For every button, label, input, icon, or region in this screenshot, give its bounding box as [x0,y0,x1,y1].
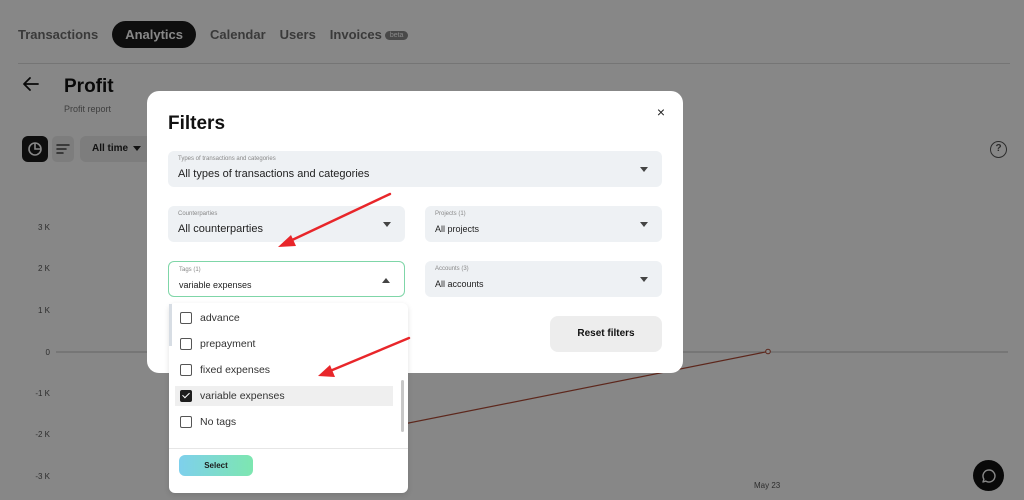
tags-dropdown: advance prepayment fixed expenses variab… [169,303,408,493]
field-label: Projects (1) [435,211,466,217]
option-label: advance [200,312,240,324]
caret-down-icon [383,222,391,227]
hidden-button-edge [169,304,172,346]
checkbox[interactable] [180,312,192,324]
tag-option-advance[interactable]: advance [175,308,393,328]
tag-option-prepayment[interactable]: prepayment [175,334,393,354]
field-label: Tags (1) [179,267,201,273]
option-label: variable expenses [200,390,285,402]
field-value: All accounts [435,279,484,289]
dropdown-scrollbar[interactable] [401,380,404,432]
checkbox[interactable] [180,416,192,428]
field-label: Types of transactions and categories [178,156,276,162]
types-select[interactable]: Types of transactions and categories All… [168,151,662,187]
accounts-select[interactable]: Accounts (3) All accounts [425,261,662,297]
projects-select[interactable]: Projects (1) All projects [425,206,662,242]
tags-select[interactable]: Tags (1) variable expenses [168,261,405,297]
option-label: No tags [200,416,237,428]
option-label: fixed expenses [200,364,271,376]
caret-down-icon [640,277,648,282]
dropdown-divider [169,448,408,449]
field-value: All projects [435,224,480,234]
reset-filters-button[interactable]: Reset filters [550,316,662,352]
close-icon[interactable]: × [654,105,668,119]
caret-up-icon [382,278,390,283]
counterparties-select[interactable]: Counterparties All counterparties [168,206,405,242]
field-label: Counterparties [178,211,218,217]
checkbox-checked[interactable] [180,390,192,402]
select-button[interactable]: Select [179,455,253,476]
caret-down-icon [640,167,648,172]
tag-option-no-tags[interactable]: No tags [175,412,393,432]
tag-option-fixed-expenses[interactable]: fixed expenses [175,360,393,380]
checkbox[interactable] [180,364,192,376]
option-label: prepayment [200,338,256,350]
field-value: variable expenses [179,280,252,290]
field-label: Accounts (3) [435,266,469,272]
field-value: All types of transactions and categories [178,168,370,180]
modal-title: Filters [168,113,226,134]
field-value: All counterparties [178,223,263,235]
caret-down-icon [640,222,648,227]
tag-option-variable-expenses[interactable]: variable expenses [175,386,393,406]
checkbox[interactable] [180,338,192,350]
